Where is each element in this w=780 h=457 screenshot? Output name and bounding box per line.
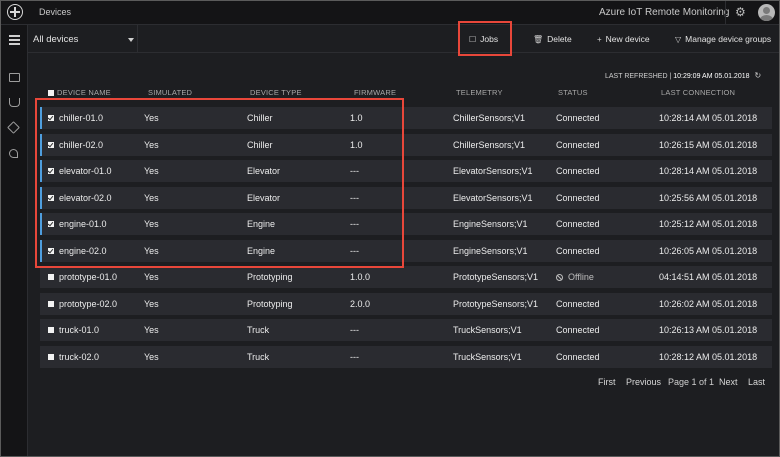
cell-simulated: Yes [144, 325, 159, 335]
cell-status: Connected [556, 351, 600, 362]
chevron-down-icon [128, 38, 134, 42]
table-row[interactable]: prototype-02.0 Yes Prototyping 2.0.0 Prototy… [40, 292, 772, 315]
cell-simulated: Yes [144, 272, 159, 282]
cell-last: 10:25:56 AM 05.01.2018 [659, 192, 758, 203]
header-telemetry[interactable]: TELEMETRY [456, 88, 503, 97]
cell-firmware: 2.0.0 [350, 298, 371, 309]
left-nav [1, 25, 28, 456]
offline-icon [556, 274, 563, 281]
filter-value: All devices [33, 34, 79, 45]
cell-status: Connected [556, 219, 600, 229]
user-avatar-icon[interactable] [758, 4, 775, 21]
cell-telemetry: PrototypeSensors;V1 [453, 298, 539, 309]
cell-name[interactable]: truck-02.0 [59, 352, 99, 362]
top-divider [725, 1, 726, 25]
cell-telemetry: EngineSensors;V1 [453, 245, 528, 256]
cell-telemetry: ChillerSensors;V1 [453, 139, 526, 150]
trash-icon: 🗑 [533, 35, 544, 44]
hamburger-menu-icon[interactable] [9, 35, 20, 45]
cell-telemetry: TruckSensors;V1 [453, 351, 522, 362]
cell-telemetry: ElevatorSensors;V1 [453, 166, 533, 176]
cell-status: Connected [556, 245, 600, 256]
last-refreshed-time: 10:29:09 AM 05.01.2018 [673, 73, 750, 80]
filter-icon: ▽ [675, 35, 682, 44]
cell-name[interactable]: prototype-01.0 [59, 272, 117, 282]
header-device-type[interactable]: DEVICE TYPE [250, 88, 302, 97]
jobs-highlight-box [458, 21, 512, 56]
row-checkbox[interactable] [48, 353, 54, 360]
row-checkbox[interactable] [48, 274, 54, 280]
cell-status: Connected [556, 325, 600, 335]
delete-button[interactable]: 🗑 Delete [533, 34, 572, 44]
cell-firmware: --- [350, 325, 359, 335]
cell-status: Connected [556, 166, 600, 176]
cell-telemetry: TruckSensors;V1 [453, 325, 522, 335]
cell-last: 10:28:12 AM 05.01.2018 [659, 351, 758, 362]
new-device-button[interactable]: + New device [597, 34, 650, 44]
header-device-name[interactable]: DEVICE NAME [57, 88, 111, 97]
cell-type: Prototyping [247, 298, 293, 309]
cell-firmware: --- [350, 351, 359, 362]
last-refreshed: LAST REFRESHED | 10:29:09 AM 05.01.2018 … [605, 71, 762, 80]
cell-type: Truck [247, 325, 270, 335]
cell-last: 04:14:51 AM 05.01.2018 [659, 272, 758, 282]
cell-last: 10:26:13 AM 05.01.2018 [659, 325, 758, 335]
cell-type: Truck [247, 351, 270, 362]
cell-telemetry: ChillerSensors;V1 [453, 113, 526, 123]
cell-status: Connected [556, 139, 600, 150]
cell-last: 10:28:14 AM 05.01.2018 [659, 113, 758, 123]
gear-icon[interactable]: ⚙ [735, 5, 746, 19]
rules-nav-icon[interactable] [7, 121, 20, 134]
cell-status: Connected [556, 298, 600, 309]
breadcrumb: Devices [39, 7, 72, 17]
cell-name[interactable]: truck-01.0 [59, 325, 99, 335]
cell-simulated: Yes [144, 351, 159, 362]
header-firmware[interactable]: FIRMWARE [354, 88, 396, 97]
select-all-checkbox[interactable] [48, 90, 54, 96]
cell-name[interactable]: prototype-02.0 [59, 299, 117, 309]
cell-last: 10:25:12 AM 05.01.2018 [659, 219, 758, 229]
cell-telemetry: EngineSensors;V1 [453, 219, 528, 229]
app-name: Azure IoT Remote Monitoring [599, 7, 730, 18]
selected-rows-highlight-box [35, 98, 404, 268]
cell-telemetry: PrototypeSensors;V1 [453, 272, 539, 282]
cell-last: 10:28:14 AM 05.01.2018 [659, 166, 758, 176]
table-row[interactable]: prototype-01.0 Yes Prototyping 1.0.0 Prototy… [40, 266, 772, 288]
plus-icon: + [597, 35, 602, 44]
pager-last[interactable]: Last [748, 377, 765, 387]
top-bar: Devices Azure IoT Remote Monitoring ⚙ [1, 1, 779, 25]
cell-status: Offline [556, 272, 594, 282]
pager-next[interactable]: Next [719, 377, 738, 387]
cell-status: Connected [556, 113, 600, 123]
refresh-icon[interactable]: ↻ [754, 71, 761, 80]
table-row[interactable]: truck-01.0 Yes Truck --- TruckSensors;V1 Conn… [40, 319, 772, 341]
pager-page-info: Page 1 of 1 [668, 377, 715, 387]
cell-last: 10:26:02 AM 05.01.2018 [659, 298, 758, 309]
manage-device-groups-button[interactable]: ▽ Manage device groups [675, 34, 771, 44]
table-row[interactable]: truck-02.0 Yes Truck --- TruckSensors;V1 Conn… [40, 345, 772, 368]
maintenance-nav-icon[interactable] [9, 149, 18, 158]
cell-last: 10:26:15 AM 05.01.2018 [659, 139, 758, 150]
toolbar: All devices ☐ Jobs 🗑 Delete + New device ▽ M… [28, 25, 779, 53]
devices-nav-icon[interactable] [9, 98, 20, 107]
row-checkbox[interactable] [48, 300, 54, 307]
row-checkbox[interactable] [48, 327, 54, 333]
dashboard-nav-icon[interactable] [9, 73, 20, 82]
header-last-connection[interactable]: LAST CONNECTION [661, 88, 735, 97]
cell-status: Connected [556, 192, 600, 203]
header-status[interactable]: STATUS [558, 88, 588, 97]
device-group-filter[interactable]: All devices [28, 25, 138, 53]
cell-firmware: 1.0.0 [350, 272, 371, 282]
header-simulated[interactable]: SIMULATED [148, 88, 192, 97]
pager-first[interactable]: First [598, 377, 616, 387]
cell-type: Prototyping [247, 272, 293, 282]
cell-last: 10:26:05 AM 05.01.2018 [659, 245, 758, 256]
pager-previous[interactable]: Previous [626, 377, 661, 387]
cell-telemetry: ElevatorSensors;V1 [453, 192, 533, 203]
azure-iot-logo-icon[interactable] [7, 4, 23, 20]
cell-simulated: Yes [144, 298, 159, 309]
